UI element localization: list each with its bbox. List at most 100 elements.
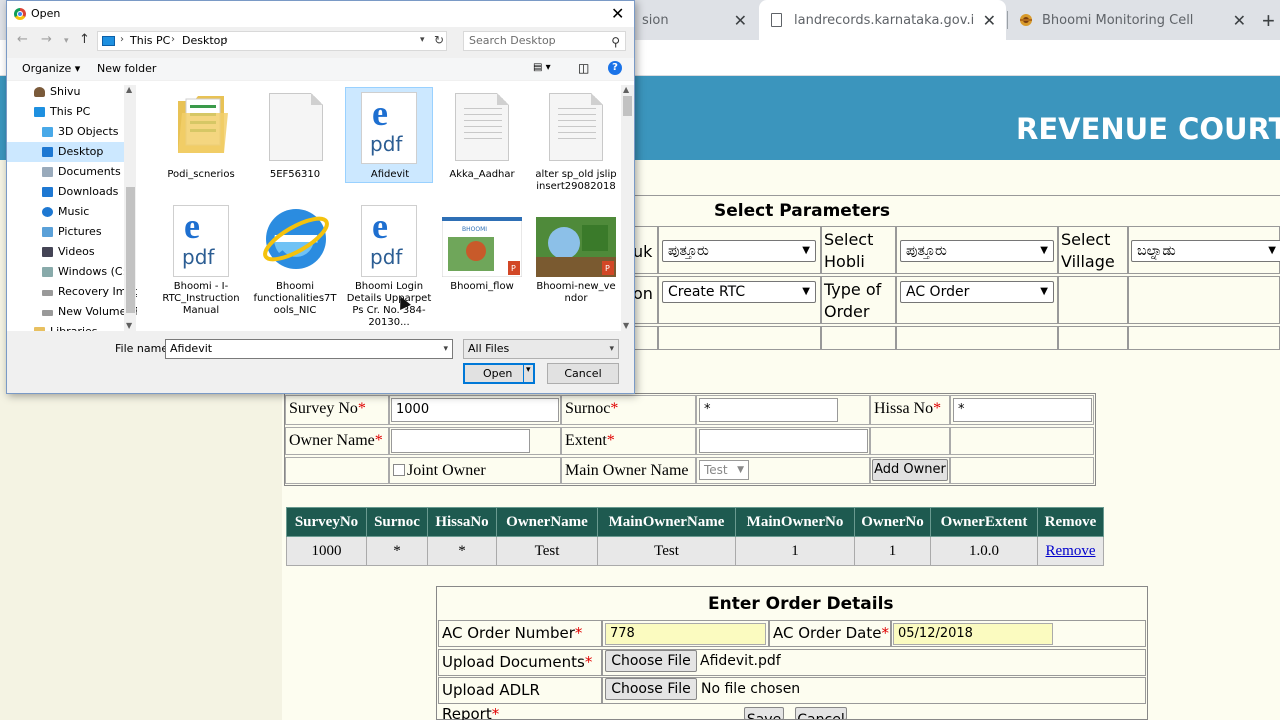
taluk-select[interactable]: ಪುತ್ತೂರು ▼ [662,240,816,262]
column-header: HissaNo [427,507,497,537]
tab-close-icon[interactable]: ✕ [734,11,747,30]
surnoc-input[interactable]: * [699,398,838,422]
file-item[interactable]: e pdf Bhoomi - I-RTC_Instruction Manual [157,199,245,319]
save-button[interactable]: Save [744,707,784,720]
owner-name-input[interactable] [391,429,530,453]
dialog-title: Open [31,7,61,20]
scroll-up-icon[interactable]: ▲ [623,85,629,94]
browser-tab-3[interactable]: Bhoomi Monitoring Cell ✕ [1008,0,1256,40]
close-icon[interactable]: ✕ [611,4,624,23]
main-owner-name-label: Main Owner Name [561,457,696,484]
nav-scrollbar-thumb[interactable] [126,187,135,313]
file-scrollbar[interactable] [621,85,634,331]
nav-item-documents[interactable]: Documents [7,162,131,182]
preview-pane-icon[interactable]: ◫ [578,61,589,75]
search-icon: ⚲ [611,35,620,49]
open-button[interactable]: Open [463,363,535,384]
extent-input[interactable] [699,429,868,453]
table-cell: 1 [735,536,855,566]
ac-order-date-input[interactable]: 05/12/2018 [893,623,1053,645]
file-scrollbar-thumb[interactable] [623,96,632,116]
owners-header-row: SurveyNo Surnoc HissaNo OwnerName MainOw… [286,507,1104,537]
ac-order-number-input[interactable]: 778 [605,623,766,645]
file-item[interactable]: Akka_Aadhar [438,87,526,183]
file-name: alter sp_old jslip insert29082018 [535,169,617,192]
nav-item-new-volume[interactable]: New Volume (F [7,302,137,322]
file-item[interactable]: P Bhoomi-new_ve ndor [532,199,620,319]
scroll-up-icon[interactable]: ▲ [126,85,132,94]
new-folder-button[interactable]: New folder [97,62,156,75]
remove-link[interactable]: Remove [1046,543,1096,559]
village-label: Select Village [1058,226,1128,274]
file-item[interactable]: BHOOMI P Bhoomi_flow [438,199,526,319]
rtc-type-select[interactable]: Create RTC ▼ [662,281,816,303]
breadcrumb-this-pc[interactable]: This PC [130,34,170,47]
tab-close-icon[interactable]: ✕ [983,11,996,30]
column-header: MainOwnerNo [735,507,855,537]
file-item[interactable]: alter sp_old jslip insert29082018 [532,87,620,197]
file-item[interactable]: 5EF56310 [251,87,339,183]
nav-item-downloads[interactable]: Downloads [7,182,131,202]
scroll-down-icon[interactable]: ▼ [126,321,132,330]
column-header: SurveyNo [286,507,367,537]
up-arrow-icon[interactable]: ↑ [79,32,90,47]
open-options-arrow-icon[interactable]: ▾ [526,365,531,375]
file-item[interactable]: e pdf Afidevit [345,87,433,183]
nav-item-videos[interactable]: Videos [7,242,131,262]
new-tab-button[interactable]: + [1262,8,1275,34]
table-cell: 1 [854,536,931,566]
nav-item-recovery[interactable]: Recovery Imag [7,282,137,302]
organize-menu[interactable]: Organize ▾ [22,62,80,75]
file-item[interactable]: Bhoomi functionalities7T ools_NIC [251,199,339,319]
choose-file-button[interactable]: Choose File [605,650,697,672]
address-bar[interactable]: › This PC › Desktop › ▾ ↻ [97,31,447,51]
browser-tab-1[interactable]: sion ✕ [620,0,757,40]
column-header: OwnerNo [854,507,931,537]
order-type-select[interactable]: AC Order ▼ [900,281,1054,303]
main-owner-select[interactable]: Test ▼ [699,460,749,480]
back-arrow-icon[interactable]: ← [17,32,28,47]
pdf-icon: e pdf [361,92,417,164]
refresh-icon[interactable]: ↻ [434,33,444,47]
cancel-button[interactable]: Cancel [795,707,847,720]
nav-item-music[interactable]: Music [7,202,131,222]
nav-item-libraries[interactable]: Libraries [7,322,131,331]
nav-item-3d-objects[interactable]: 3D Objects [7,122,131,142]
file-name: Bhoomi_flow [450,281,514,292]
joint-owner-cell: Joint Owner [389,457,561,484]
file-item[interactable]: Podi_scnerios [157,87,245,183]
scroll-down-icon[interactable]: ▼ [623,321,629,330]
cancel-button[interactable]: Cancel [547,363,619,384]
nav-item-pictures[interactable]: Pictures [7,222,131,242]
forward-arrow-icon[interactable]: → [41,32,52,47]
address-dropdown-icon[interactable]: ▾ [420,35,425,45]
file-item[interactable]: e pdf Bhoomi Login Details Upparpet Ps Cr… [345,199,433,329]
view-options-icon[interactable]: ▤ ▾ [533,62,551,73]
village-select[interactable]: ಬಲ್ನಾಡು ▼ [1131,240,1280,262]
nav-item-shivu[interactable]: Shivu [7,82,131,102]
browser-tab-2[interactable]: landrecords.karnataka.gov.in/RCT ✕ [759,0,1006,40]
file-name: Bhoomi Login Details Upparpet Ps Cr. No.… [346,281,432,328]
choose-file-button[interactable]: Choose File [605,678,697,700]
tab-title: Bhoomi Monitoring Cell [1042,12,1194,28]
split-separator [523,365,524,382]
joint-owner-checkbox[interactable] [393,464,405,476]
file-name-input[interactable]: Afidevit ▾ [165,339,453,359]
nav-item-desktop[interactable]: Desktop [7,142,131,162]
nav-item-this-pc[interactable]: This PC [7,102,131,122]
add-owner-button[interactable]: Add Owner [872,459,948,481]
file-type-select[interactable]: All Files ▾ [463,339,619,359]
search-input[interactable]: Search Desktop ⚲ [463,31,626,51]
breadcrumb-desktop[interactable]: Desktop [182,34,227,47]
chevron-down-icon[interactable]: ▾ [443,340,448,358]
hobli-select[interactable]: ಪುತ್ತೂರು ▼ [900,240,1054,262]
empty-cell [1058,326,1128,350]
table-cell: Test [496,536,598,566]
tab-close-icon[interactable]: ✕ [1233,11,1246,30]
recent-chevron-icon[interactable]: ▾ [64,36,69,46]
hissa-no-input[interactable]: * [953,398,1092,422]
survey-no-input[interactable]: 1000 [391,398,559,422]
nav-item-windows-c[interactable]: Windows (C:) [7,262,131,282]
help-icon[interactable]: ? [608,61,622,75]
order-type-label: Type of Order [821,276,896,324]
